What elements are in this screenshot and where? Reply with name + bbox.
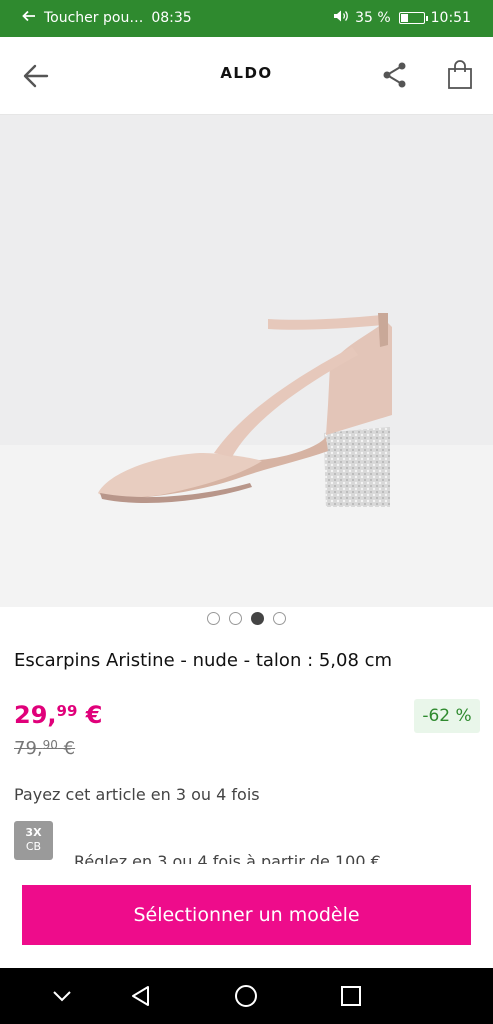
- discount-badge: -62 %: [414, 699, 480, 733]
- brand-logo[interactable]: ALDO: [0, 64, 493, 82]
- navigation-bar: [0, 968, 493, 1024]
- notification-time: 08:35: [151, 10, 192, 26]
- price-currency: €: [77, 701, 103, 729]
- nav-recents-icon[interactable]: [337, 982, 365, 1010]
- carousel-dot[interactable]: [273, 612, 286, 625]
- clock: 10:51: [430, 10, 471, 26]
- installment-badge: 3X CB: [14, 821, 53, 860]
- payment-heading: Payez cet article en 3 ou 4 fois: [14, 785, 260, 804]
- nav-back-icon[interactable]: [127, 982, 155, 1010]
- original-price: 79,90 €: [14, 738, 75, 759]
- notification-text[interactable]: Toucher pou…: [44, 10, 143, 26]
- product-price: 29,99 €: [14, 701, 102, 729]
- status-left: Toucher pou… 08:35: [22, 9, 192, 27]
- price-cents: 99: [56, 702, 78, 720]
- status-right: 35 % 10:51: [333, 9, 471, 27]
- volume-icon: [333, 9, 349, 27]
- select-model-button[interactable]: Sélectionner un modèle: [22, 885, 471, 945]
- carousel-dot[interactable]: [229, 612, 242, 625]
- old-price-currency: €: [57, 738, 76, 759]
- app-header: ALDO: [0, 37, 493, 115]
- carousel-dot[interactable]: [251, 612, 264, 625]
- product-image[interactable]: [0, 115, 493, 607]
- shopping-bag-icon[interactable]: [444, 59, 476, 91]
- share-icon[interactable]: [379, 59, 411, 91]
- badge-line1: 3X: [25, 826, 42, 839]
- shoe-illustration: [98, 313, 392, 507]
- carousel-dot[interactable]: [207, 612, 220, 625]
- chevron-down-icon[interactable]: [48, 982, 76, 1010]
- price-main: 29,: [14, 701, 57, 729]
- battery-icon: [398, 12, 428, 24]
- old-price-main: 79,: [14, 738, 43, 759]
- battery-percent: 35 %: [355, 10, 391, 26]
- carousel-indicator: [0, 612, 493, 626]
- status-bar: Toucher pou… 08:35 35 % 10:51: [0, 0, 493, 37]
- payment-subtext: Réglez en 3 ou 4 fois à partir de 100 €: [74, 852, 381, 864]
- cta-container: Sélectionner un modèle: [0, 866, 493, 968]
- return-arrow-icon: [22, 9, 36, 27]
- old-price-cents: 90: [42, 738, 58, 752]
- product-title: Escarpins Aristine - nude - talon : 5,08…: [14, 650, 393, 671]
- badge-line2: CB: [25, 840, 42, 853]
- nav-home-icon[interactable]: [232, 982, 260, 1010]
